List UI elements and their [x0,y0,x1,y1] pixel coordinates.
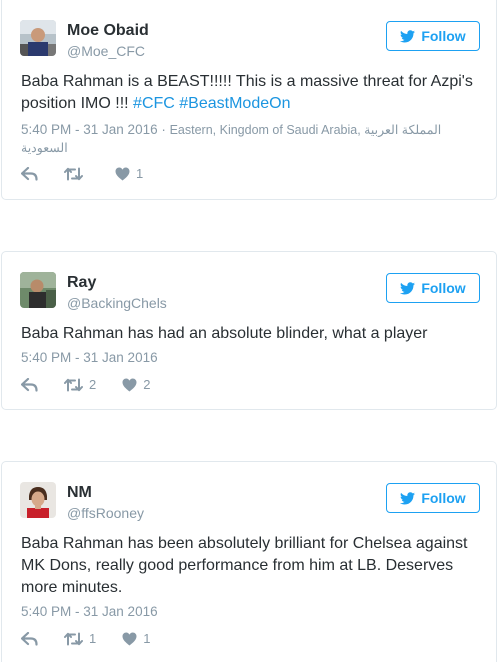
tweet-actions: 1 1 [21,631,176,646]
heart-icon [115,167,130,180]
like-button[interactable]: 2 [122,377,150,392]
follow-button[interactable]: Follow [386,273,480,303]
avatar[interactable] [20,20,56,56]
timestamp[interactable]: 5:40 PM - 31 Jan 2016 [21,122,158,137]
heart-icon [122,378,137,391]
hashtag-link[interactable]: #CFC [133,95,175,112]
avatar[interactable] [20,482,56,518]
reply-button[interactable] [21,166,38,181]
retweet-icon [64,167,83,180]
follow-label: Follow [421,28,466,44]
tweet-actions: 1 [21,166,169,181]
timestamp[interactable]: 5:40 PM - 31 Jan 2016 [21,603,158,621]
follow-button[interactable]: Follow [386,21,480,51]
like-count: 1 [136,166,144,181]
follow-label: Follow [421,490,466,506]
twitter-bird-icon [400,281,416,294]
like-count: 2 [143,377,151,392]
reply-icon [21,631,38,646]
tweet-text: Baba Rahman has had an absolute blinder,… [21,325,428,342]
tweet-card: Moe Obaid @Moe_CFC Follow Baba Rahman is… [1,0,497,200]
retweet-button[interactable]: 1 [64,631,96,646]
retweet-icon [64,378,83,391]
retweet-count: 2 [89,377,97,392]
heart-icon [122,632,137,645]
user-handle[interactable]: @ffsRooney [67,505,144,521]
tweet-text: Baba Rahman is a BEAST!!!!! This is a ma… [21,71,481,115]
timestamp[interactable]: 5:40 PM - 31 Jan 2016 [21,349,158,367]
tweet-actions: 2 2 [21,377,176,392]
tweet-card: NM @ffsRooney Follow Baba Rahman has bee… [1,461,497,662]
reply-button[interactable] [21,377,38,392]
follow-label: Follow [421,280,466,296]
tweet-text: Baba Rahman has been absolutely brillian… [21,535,468,596]
reply-button[interactable] [21,631,38,646]
twitter-bird-icon [400,491,416,504]
tweet-card: Ray @BackingChels Follow Baba Rahman has… [1,251,497,410]
retweet-button[interactable]: 2 [64,377,96,392]
meta-separator: · [157,122,170,137]
follow-button[interactable]: Follow [386,483,480,513]
user-name[interactable]: Ray [67,274,96,292]
retweet-icon [64,632,83,645]
hashtag-link[interactable]: #BeastModeOn [179,95,290,112]
avatar[interactable] [20,272,56,308]
user-name[interactable]: NM [67,484,92,502]
like-button[interactable]: 1 [115,166,143,181]
retweet-button[interactable] [64,167,89,181]
retweet-count: 1 [89,631,97,646]
user-handle[interactable]: @BackingChels [67,295,167,311]
reply-icon [21,166,38,181]
tweet-meta: 5:40 PM - 31 Jan 2016 · Eastern, Kingdom… [21,121,481,157]
user-name[interactable]: Moe Obaid [67,22,149,40]
user-handle[interactable]: @Moe_CFC [67,43,145,59]
like-count: 1 [143,631,151,646]
twitter-bird-icon [400,29,416,42]
reply-icon [21,377,38,392]
like-button[interactable]: 1 [122,631,150,646]
